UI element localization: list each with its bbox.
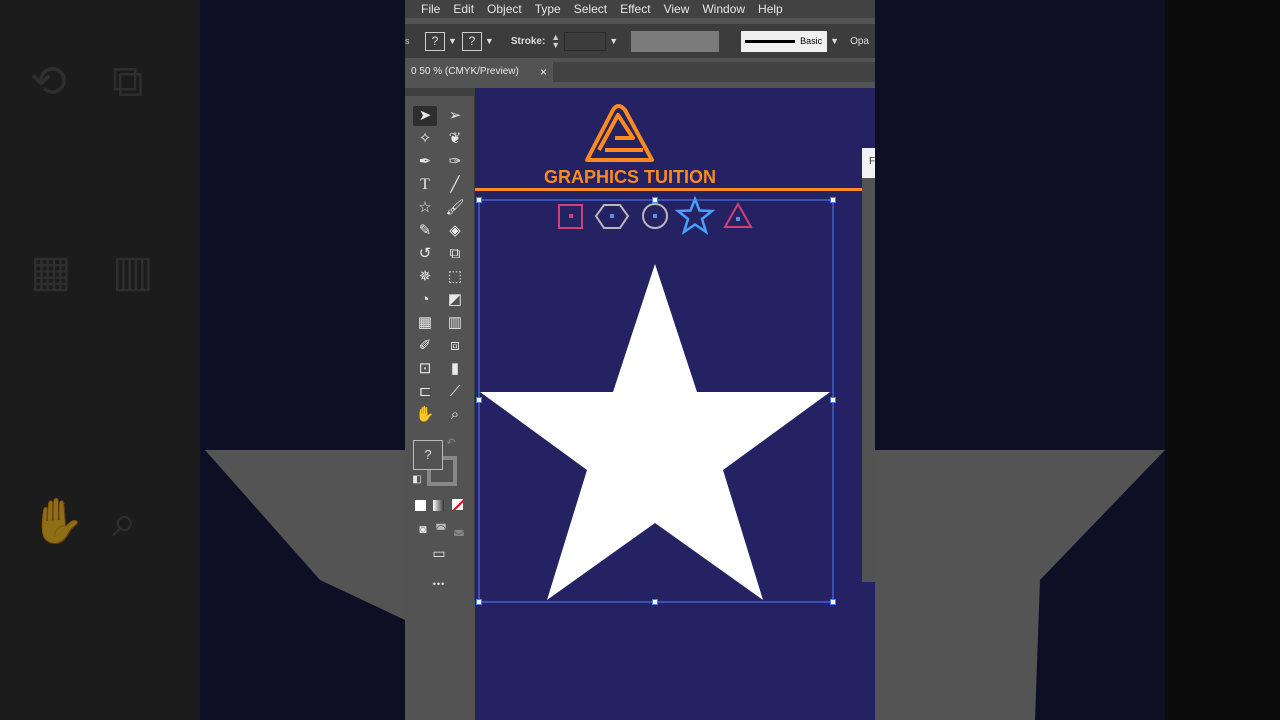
screen-mode-icon[interactable]: ▭: [427, 543, 451, 563]
tools-panel-header[interactable]: [405, 88, 475, 96]
column-graph-tool-icon[interactable]: ▮: [443, 359, 467, 379]
perspective-grid-tool-icon[interactable]: ◩: [443, 290, 467, 310]
brush-dropdown-icon[interactable]: ▼: [830, 36, 839, 46]
selection-tool-icon[interactable]: ➤: [413, 106, 437, 126]
blend-tool-icon[interactable]: ⧈: [443, 336, 467, 356]
brush-definition-label: Basic: [800, 36, 823, 46]
puppet-warp-tool-icon[interactable]: ✵: [413, 267, 437, 287]
draw-inside-icon[interactable]: ◛: [447, 519, 471, 539]
triangle-icon: [723, 201, 753, 228]
circle-icon: [642, 203, 668, 229]
artboard-canvas[interactable]: GRAPHICS TUITION: [475, 88, 875, 720]
menu-window[interactable]: Window: [702, 2, 745, 16]
menu-effect[interactable]: Effect: [620, 2, 650, 16]
menu-object[interactable]: Object: [487, 2, 522, 16]
artwork: GRAPHICS TUITION: [475, 104, 865, 605]
gradient-mode-icon[interactable]: [433, 500, 444, 511]
pen-tool-icon[interactable]: ✒: [413, 152, 437, 172]
star-icon: [674, 195, 716, 236]
hexagon-icon: [594, 204, 630, 229]
menu-edit[interactable]: Edit: [453, 2, 474, 16]
slice-tool-icon[interactable]: ⟋: [443, 382, 467, 402]
stroke-stepper-icon[interactable]: ▲ ▼: [551, 33, 560, 50]
document-tab-title: 0 50 % (CMYK/Preview): [411, 66, 519, 77]
fill-color-button[interactable]: ?: [425, 31, 445, 51]
line-segment-tool-icon[interactable]: ╱: [443, 175, 467, 195]
illustrator-window: File Edit Object Type Select Effect View…: [405, 0, 875, 720]
stroke-weight-input[interactable]: [564, 31, 607, 51]
control-bar: s ? ▼ ? ▼ Stroke: ▲ ▼ ▼ Basic ▼ Opa: [405, 24, 875, 58]
document-tab[interactable]: 0 50 % (CMYK/Preview) ×: [405, 62, 553, 82]
gradient-tool-icon[interactable]: ▥: [443, 313, 467, 333]
menu-type[interactable]: Type: [535, 2, 561, 16]
edit-toolbar-icon[interactable]: •••: [427, 574, 451, 594]
background-blur-right: [875, 0, 1280, 720]
fill-dropdown-icon[interactable]: ▼: [448, 36, 457, 46]
free-transform-tool-icon[interactable]: ⬚: [443, 267, 467, 287]
menu-view[interactable]: View: [664, 2, 690, 16]
shape-builder-tool-icon[interactable]: ◔: [413, 290, 437, 310]
background-dim-overlay: [875, 0, 1280, 720]
right-panel-tab[interactable]: F: [862, 148, 875, 178]
star-tool-icon[interactable]: ☆: [413, 198, 437, 218]
star-shape[interactable]: [480, 264, 830, 600]
eraser-tool-icon[interactable]: ◈: [443, 221, 467, 241]
tools-panel: ➤ ➢ ✧ ❦ ✒ ✑ T ╱ ☆ 🖌 ✎ ◈ ↺ ⧉ ✵ ⬚ ◔ ◩ ▦ ▥ …: [405, 88, 475, 600]
logo-divider: [475, 188, 865, 191]
graphics-tuition-logo-icon: [585, 104, 654, 162]
background-blur-left: ⟲ ⧉ ▦ ▥ ✋ ⌕: [0, 0, 405, 720]
swap-fill-stroke-icon[interactable]: ↶: [443, 436, 459, 450]
hand-tool-icon[interactable]: ✋: [413, 405, 437, 425]
right-side-panel: [862, 148, 875, 582]
fill-swatch[interactable]: ?: [413, 440, 443, 470]
logo-text: GRAPHICS TUITION: [544, 167, 716, 187]
stroke-weight-dropdown-icon[interactable]: ▼: [609, 36, 618, 46]
control-bar-grip: s: [405, 36, 410, 46]
shaper-tool-icon[interactable]: ✎: [413, 221, 437, 241]
stroke-line-preview: [745, 39, 796, 43]
paintbrush-tool-icon[interactable]: 🖌: [443, 198, 467, 218]
menu-help[interactable]: Help: [758, 2, 783, 16]
curvature-tool-icon[interactable]: ✑: [443, 152, 467, 172]
square-icon: [558, 204, 583, 229]
rotate-tool-icon[interactable]: ↺: [413, 244, 437, 264]
mesh-tool-icon[interactable]: ▦: [413, 313, 437, 333]
stroke-color-button[interactable]: ?: [461, 31, 482, 51]
document-tab-bar: 0 50 % (CMYK/Preview) ×: [405, 62, 875, 82]
artboard-tool-icon[interactable]: ⊏: [413, 382, 437, 402]
type-tool-icon[interactable]: T: [413, 175, 437, 195]
eyedropper-tool-icon[interactable]: ✐: [413, 336, 437, 356]
screen: ⟲ ⧉ ▦ ▥ ✋ ⌕ File Edit Object Type Select…: [0, 0, 1280, 720]
stroke-label: Stroke:: [510, 35, 546, 47]
default-fill-stroke-icon[interactable]: ◧: [411, 474, 423, 486]
close-tab-icon[interactable]: ×: [540, 62, 547, 82]
none-mode-icon[interactable]: [452, 499, 463, 510]
brush-definition-dropdown[interactable]: Basic: [741, 30, 828, 52]
menu-file[interactable]: File: [421, 2, 440, 16]
magic-wand-tool-icon[interactable]: ✧: [413, 129, 437, 149]
symbol-sprayer-tool-icon[interactable]: ⊡: [413, 359, 437, 379]
menu-select[interactable]: Select: [574, 2, 607, 16]
direct-selection-tool-icon[interactable]: ➢: [443, 106, 467, 126]
background-dim-overlay: [0, 0, 405, 720]
scale-tool-icon[interactable]: ⧉: [443, 244, 467, 264]
lasso-tool-icon[interactable]: ❦: [443, 129, 467, 149]
opacity-label[interactable]: Opa: [850, 36, 869, 47]
variable-width-profile[interactable]: [631, 30, 720, 52]
stroke-dropdown-icon[interactable]: ▼: [485, 36, 494, 46]
menu-bar: File Edit Object Type Select Effect View…: [405, 0, 875, 18]
zoom-tool-icon[interactable]: ⌕: [443, 405, 467, 425]
color-mode-icon[interactable]: [415, 500, 426, 511]
